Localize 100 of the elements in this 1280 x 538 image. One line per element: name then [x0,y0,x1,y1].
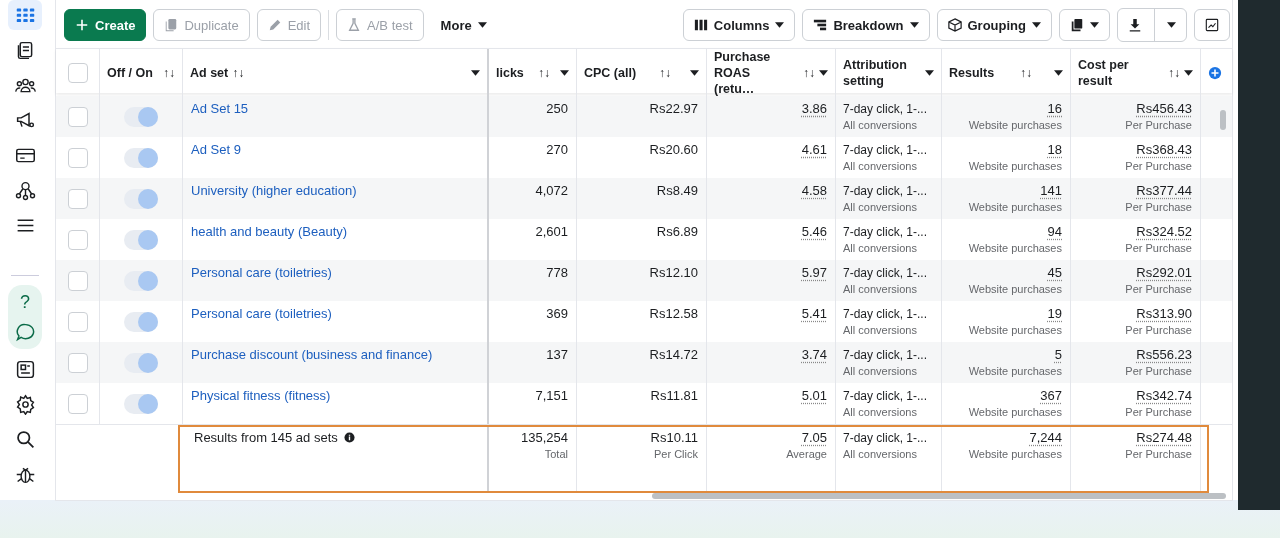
column-header[interactable]: Attribution setting [843,57,925,89]
chart-button[interactable] [1194,9,1230,41]
cell-caption: All conversions [843,242,917,254]
checkbox[interactable] [67,393,88,414]
checkbox[interactable] [67,188,88,209]
checkbox[interactable] [67,63,88,83]
ad-set-link[interactable]: University (higher education) [191,183,357,198]
cell-caption: All conversions [843,283,917,295]
caret-icon [1032,22,1041,28]
caret-icon[interactable] [925,70,934,76]
toolbar-button[interactable]: Breakdown [802,9,930,41]
toggle-switch[interactable] [124,311,158,332]
table-cell: 5 [1054,347,1062,363]
toggle-switch[interactable] [124,352,158,373]
cell-caption: All conversions [843,119,917,131]
checkbox[interactable] [67,229,88,250]
ad-set-link[interactable]: Purchase discount (business and finance) [191,347,433,362]
newspaper-icon [14,358,36,380]
table-cell: Rs6.89 [656,224,698,240]
caret-icon[interactable] [690,70,699,76]
caret-icon[interactable] [819,70,828,76]
cell-caption: Website purchases [968,242,1062,254]
cell-caption: Per Purchase [1125,283,1192,295]
table-cell: 7,244 [1029,430,1062,446]
toggle-switch[interactable] [124,270,158,291]
table-cell: Rs342.74 [1136,388,1192,404]
cell-caption: Per Purchase [1125,119,1192,131]
sort-icon[interactable]: ↑↓ [1168,66,1180,80]
caret-icon [477,22,487,28]
caret-icon[interactable] [471,70,480,76]
ad-set-link[interactable]: Personal care (toiletries) [191,265,332,280]
info-icon[interactable] [343,432,355,443]
table-cell: 4.58 [801,183,827,199]
table-cell: Rs274.48 [1136,430,1192,446]
checkbox[interactable] [67,352,88,373]
ad-set-link[interactable]: Ad Set 9 [191,142,241,157]
cell-caption: Website purchases [968,201,1062,213]
table-cell: 7-day click, 1-... [843,142,928,158]
checkbox[interactable] [67,270,88,291]
checkbox[interactable] [67,311,88,332]
table-cell: 5.41 [801,306,827,322]
table-cell: 367 [1040,388,1062,404]
scrollbar[interactable] [1220,110,1226,130]
cell-caption: Per Purchase [1125,160,1192,172]
caret-icon [909,22,919,28]
toggle-switch[interactable] [124,393,158,414]
column-header[interactable]: Off / On [107,65,153,81]
table-cell: 3.86 [801,101,827,117]
cell-caption: Website purchases [968,406,1062,418]
column-header[interactable]: licks [496,65,524,81]
column-header[interactable]: CPC (all) [584,65,637,81]
scrollbar[interactable] [652,493,1226,499]
cell-caption: Per Purchase [1125,365,1192,377]
column-header[interactable]: Ad set [190,65,229,81]
download-button[interactable] [1117,8,1187,42]
caret-icon [775,22,785,28]
cell-caption: Per Purchase [1125,324,1192,336]
toolbar-button[interactable]: Grouping [936,9,1052,41]
cell-caption: Per Purchase [1125,242,1192,254]
table-cell: 5.46 [801,224,827,240]
summary-label: Results from 145 ad sets [193,430,338,445]
column-header[interactable]: Results [949,65,995,81]
table-cell: 778 [546,265,568,281]
add-column-icon[interactable] [1208,66,1222,80]
sort-icon[interactable]: ↑↓ [163,66,175,80]
sort-icon[interactable]: ↑↓ [232,66,245,80]
checkbox[interactable] [67,147,88,168]
table-cell: 135,254 [521,430,568,446]
cell-caption: Per Purchase [1125,406,1192,418]
toggle-switch[interactable] [124,106,158,127]
caret-icon[interactable] [1184,70,1193,76]
cell-caption: Per Purchase [1125,201,1192,213]
table-cell: Rs14.72 [649,347,698,363]
toolbar-button[interactable]: Columns [682,9,796,41]
checkbox[interactable] [67,106,88,127]
caret-icon[interactable] [1054,70,1063,76]
create-button[interactable]: Create [64,9,147,41]
sort-icon[interactable]: ↑↓ [803,66,815,80]
column-header[interactable]: Purchase ROAS (retu… [714,49,788,97]
cell-caption: Website purchases [968,448,1062,460]
documents-icon [1070,18,1084,32]
toggle-switch[interactable] [124,188,158,209]
sort-icon[interactable]: ↑↓ [1020,66,1033,80]
table-cell: 18 [1047,142,1062,158]
column-header[interactable]: Cost per result [1078,57,1152,89]
reports-button[interactable] [1059,9,1110,41]
toggle-switch[interactable] [124,147,158,168]
download-icon [1128,18,1142,32]
caret-icon[interactable] [560,70,569,76]
table-cell: Rs22.97 [649,101,698,117]
toggle-switch[interactable] [124,229,158,250]
sort-icon[interactable]: ↑↓ [537,66,550,80]
chart-icon [1205,18,1219,32]
ad-set-link[interactable]: Ad Set 15 [191,101,249,116]
table-cell: Rs368.43 [1136,142,1192,158]
ad-set-link[interactable]: Personal care (toiletries) [191,306,332,321]
ad-set-link[interactable]: health and beauty (Beauty) [191,224,348,239]
sort-icon[interactable]: ↑↓ [659,66,672,80]
ad-set-link[interactable]: Physical fitness (fitness) [191,388,331,403]
caret-icon [1090,22,1099,28]
